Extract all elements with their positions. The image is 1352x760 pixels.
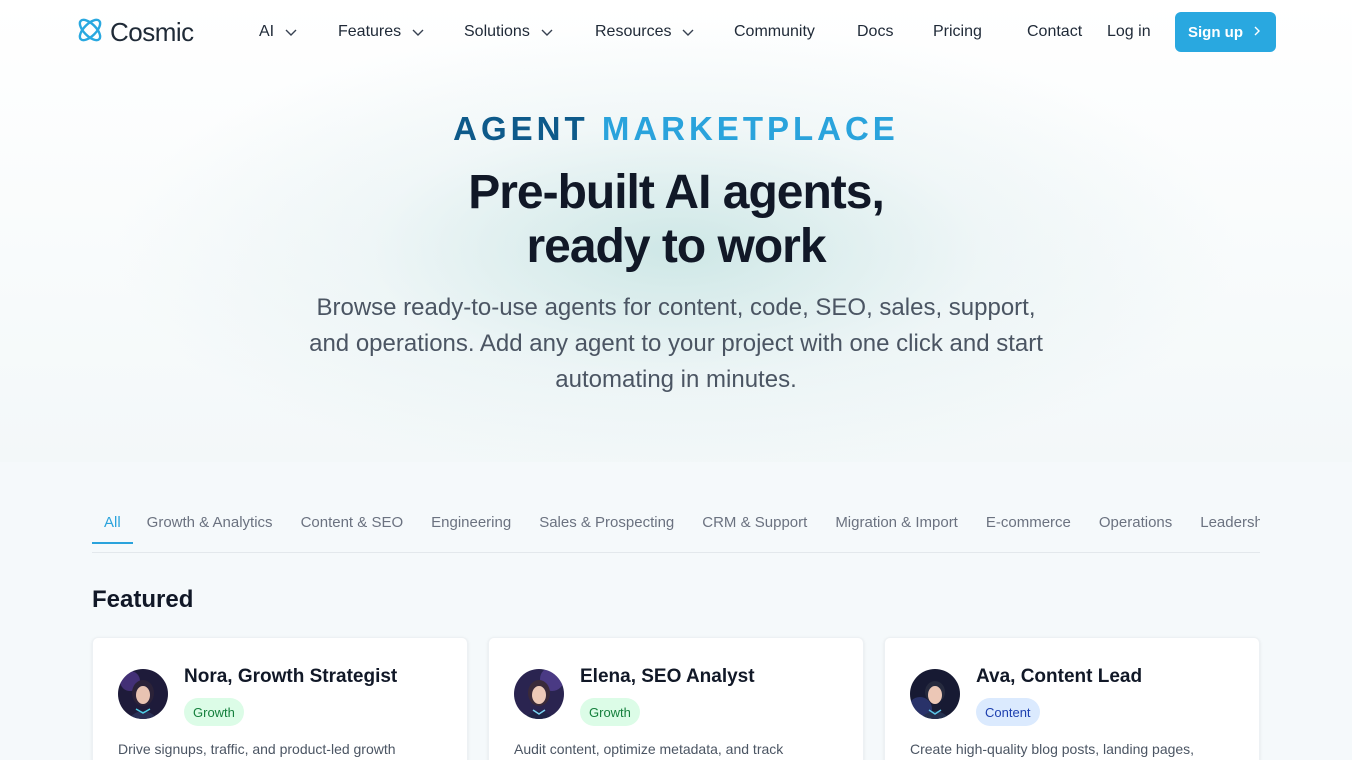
avatar — [910, 669, 960, 719]
tab-sales-prospecting[interactable]: Sales & Prospecting — [525, 500, 688, 544]
tab-migration-import[interactable]: Migration & Import — [821, 500, 972, 544]
avatar — [118, 669, 168, 719]
logo-text: Cosmic — [110, 16, 194, 47]
nav-resources[interactable]: Resources — [595, 20, 695, 44]
agent-name: Elena, SEO Analyst — [580, 666, 755, 687]
tab-growth-analytics[interactable]: Growth & Analytics — [133, 500, 287, 544]
tab-crm-support[interactable]: CRM & Support — [688, 500, 821, 544]
agent-card-elena[interactable]: Elena, SEO Analyst Growth Audit content,… — [488, 637, 864, 760]
nav-pricing[interactable]: Pricing — [933, 20, 982, 44]
nav-solutions[interactable]: Solutions — [464, 20, 554, 44]
signup-label: Sign up — [1188, 23, 1243, 41]
top-navigation: Cosmic AI Features Solutions Resources C… — [0, 0, 1352, 64]
category-tabs: All Growth & Analytics Content & SEO Eng… — [92, 500, 1260, 553]
nav-resources-label: Resources — [595, 23, 672, 40]
featured-heading: Featured — [92, 586, 194, 613]
eyebrow-part-2: MARKETPLACE — [601, 110, 899, 147]
chevron-right-icon — [1251, 24, 1263, 41]
hero-subtitle: Browse ready-to-use agents for content, … — [309, 294, 1043, 393]
nav-contact[interactable]: Contact — [1027, 20, 1082, 44]
tab-leadership[interactable]: Leadership — [1186, 500, 1260, 544]
agent-description: Audit content, optimize metadata, and tr… — [514, 741, 784, 757]
avatar — [514, 669, 564, 719]
nav-features[interactable]: Features — [338, 20, 425, 44]
tab-ecommerce[interactable]: E-commerce — [972, 500, 1085, 544]
nav-solutions-label: Solutions — [464, 23, 530, 40]
agent-description: Create high-quality blog posts, landing … — [910, 741, 1195, 757]
nav-features-label: Features — [338, 23, 402, 40]
chevron-down-icon — [540, 25, 554, 39]
tab-operations[interactable]: Operations — [1085, 500, 1186, 544]
hero-title-line-1: Pre-built AI agents, — [468, 166, 885, 219]
nav-ai[interactable]: AI — [259, 20, 298, 44]
login-link[interactable]: Log in — [1107, 20, 1151, 44]
chevron-down-icon — [284, 25, 298, 39]
agent-name: Ava, Content Lead — [976, 666, 1143, 687]
chevron-down-icon — [681, 25, 695, 39]
nav-community[interactable]: Community — [734, 20, 815, 44]
cosmic-logo-icon — [74, 14, 106, 51]
nav-ai-label: AI — [259, 23, 275, 40]
tab-content-seo[interactable]: Content & SEO — [287, 500, 418, 544]
nav-docs[interactable]: Docs — [857, 20, 893, 44]
tab-engineering[interactable]: Engineering — [417, 500, 525, 544]
hero-title-line-2: ready to work — [526, 220, 826, 273]
logo[interactable]: Cosmic — [74, 16, 194, 48]
eyebrow-part-1: AGENT — [453, 110, 589, 147]
chevron-down-icon — [411, 25, 425, 39]
category-badge: Growth — [184, 698, 244, 726]
hero-eyebrow: AGENT MARKETPLACE — [0, 110, 1352, 148]
hero-title: Pre-built AI agents, ready to work — [0, 166, 1352, 274]
tab-all[interactable]: All — [92, 500, 133, 544]
agent-name: Nora, Growth Strategist — [184, 666, 398, 687]
agent-description: Drive signups, traffic, and product-led … — [118, 741, 396, 757]
agent-card-ava[interactable]: Ava, Content Lead Content Create high-qu… — [884, 637, 1260, 760]
category-badge: Growth — [580, 698, 640, 726]
signup-button[interactable]: Sign up — [1175, 12, 1276, 52]
category-badge: Content — [976, 698, 1040, 726]
agent-card-nora[interactable]: Nora, Growth Strategist Growth Drive sig… — [92, 637, 468, 760]
